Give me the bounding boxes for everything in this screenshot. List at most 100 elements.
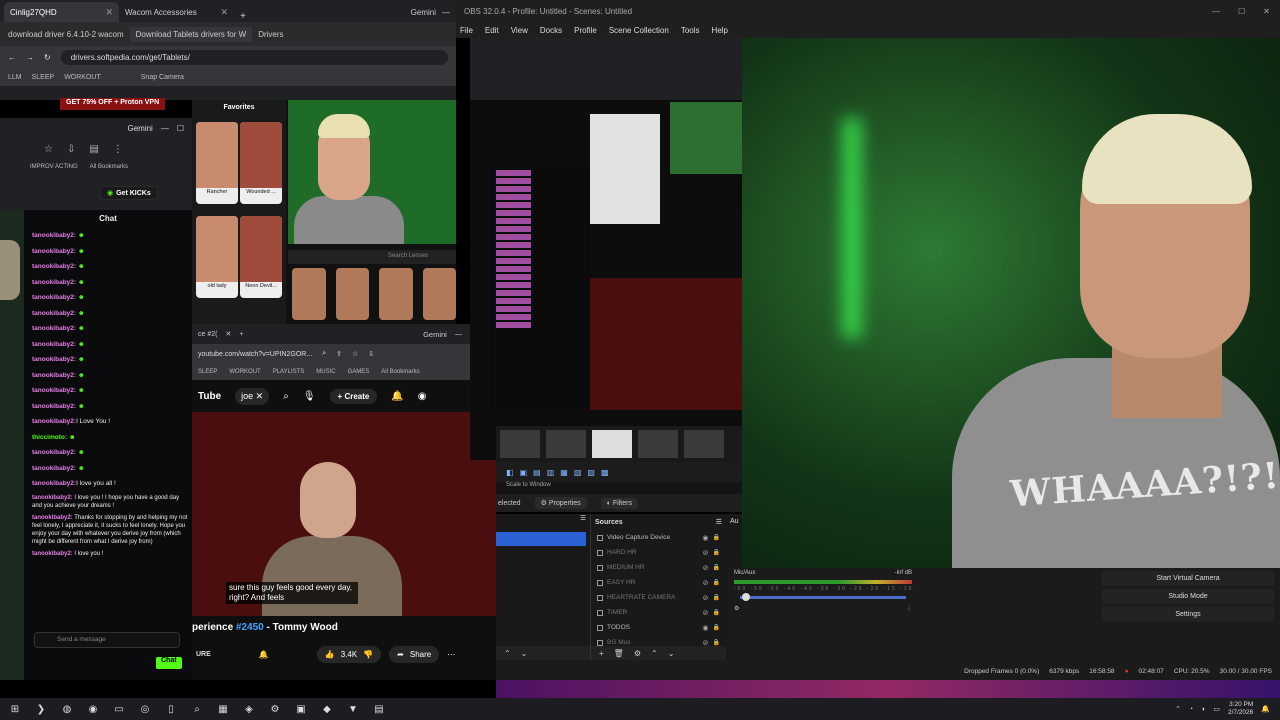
download-icon[interactable]: ⇩	[67, 144, 75, 155]
extensions-icon[interactable]: ▤	[89, 144, 98, 155]
bookmark-sleep[interactable]: SLEEP	[198, 369, 217, 375]
menu-scene-collection[interactable]: Scene Collection	[609, 26, 669, 35]
visibility-icon[interactable]: ⊘	[703, 594, 709, 602]
window-thumb[interactable]	[592, 430, 632, 458]
like-button[interactable]: 👍 3.4K 👎	[316, 645, 382, 663]
visibility-icon[interactable]: ⊘	[703, 609, 709, 617]
tab-download-tablets[interactable]: Download Tablets drivers for W	[129, 26, 253, 42]
youtube-logo[interactable]: Tube	[198, 391, 221, 402]
close-icon[interactable]: ✕	[1263, 7, 1270, 16]
source-item[interactable]: MEDIUM HR ⊘ 🔒	[591, 560, 726, 575]
bookmark-improv[interactable]: IMPROV ACTING	[30, 164, 78, 170]
menu-profile[interactable]: Profile	[574, 26, 597, 35]
lock-icon[interactable]: 🔒	[713, 639, 726, 646]
tool-icon[interactable]: ▦	[560, 468, 568, 477]
source-item[interactable]: TODOS ◉ 🔒	[591, 620, 726, 635]
url-field[interactable]: drivers.softpedia.com/get/Tablets/	[60, 49, 448, 65]
chat-username[interactable]: tanookibaby2:	[32, 279, 76, 286]
source-item[interactable]: HARD HR ⊘ 🔒	[591, 545, 726, 560]
office-icon[interactable]: ◉	[86, 702, 100, 716]
back-icon[interactable]: ←	[8, 53, 16, 62]
chat-username[interactable]: tanookibaby2:	[32, 387, 76, 394]
chat-username[interactable]: tanookibaby2:	[32, 341, 76, 348]
visual-studio-icon[interactable]: ❯	[34, 702, 48, 716]
lock-icon[interactable]: 🔒	[713, 624, 726, 631]
chat-username[interactable]: tanookibaby2:	[32, 263, 76, 270]
visibility-icon[interactable]: ⊘	[703, 579, 709, 587]
menu-edit[interactable]: Edit	[485, 26, 499, 35]
minimize-icon[interactable]: —	[1212, 7, 1220, 16]
source-item[interactable]: EASY HR ⊘ 🔒	[591, 575, 726, 590]
tool-icon[interactable]: ▣	[520, 468, 528, 477]
minimize-icon[interactable]: —	[161, 124, 169, 133]
forward-icon[interactable]: →	[26, 53, 34, 62]
chat-username[interactable]: thiccimoto:	[32, 434, 67, 441]
bookmark-all[interactable]: All Bookmarks	[381, 369, 419, 375]
tab-cinlig[interactable]: Cinlig27QHD ✕	[4, 2, 119, 22]
source-item[interactable]: HEARTRATE CAMERA ⊘ 🔒	[591, 590, 726, 605]
gemini-button[interactable]: Gemini	[411, 8, 436, 17]
new-tab-icon[interactable]: +	[239, 331, 243, 338]
clock[interactable]: 3:20 PM 2/7/2026	[1228, 701, 1253, 717]
chat-username[interactable]: tanookibaby2:	[32, 480, 76, 487]
new-tab-icon[interactable]: +	[234, 11, 252, 22]
settings-button[interactable]: Settings	[1102, 607, 1274, 622]
close-icon[interactable]: ✕	[220, 7, 228, 18]
bookmark-llm[interactable]: LLM	[8, 74, 22, 81]
create-button[interactable]: + Create	[329, 388, 378, 404]
menu-file[interactable]: File	[460, 26, 473, 35]
tool-icon[interactable]: ▥	[547, 468, 555, 477]
chat-username[interactable]: tanookibaby2:	[32, 372, 76, 379]
app-icon[interactable]: ▤	[372, 702, 386, 716]
bookmark-workout[interactable]: WORKOUT	[229, 369, 260, 375]
bell-icon[interactable]: 🔔	[259, 650, 269, 659]
folder-icon[interactable]: ▭	[112, 702, 126, 716]
more-icon[interactable]: ⋯	[447, 650, 455, 659]
chat-username[interactable]: tanookibaby2:	[32, 310, 76, 317]
bookmark-music[interactable]: MUSIC	[316, 369, 335, 375]
visibility-icon[interactable]: ◉	[702, 534, 708, 542]
edge-icon[interactable]: ◍	[60, 702, 74, 716]
tool-icon[interactable]: ◧	[506, 468, 514, 477]
chat-input[interactable]: Send a message	[34, 632, 180, 648]
lock-icon[interactable]: 🔒	[713, 579, 726, 586]
lens-thumb[interactable]	[292, 268, 326, 320]
more-icon[interactable]: ⋮	[906, 605, 912, 612]
file-icon[interactable]: ▯	[164, 702, 178, 716]
volume-slider[interactable]	[740, 593, 906, 601]
chat-username[interactable]: tanookibaby2:	[32, 449, 76, 456]
tab-wacom[interactable]: Wacom Accessories ✕	[119, 2, 234, 22]
yt-tab[interactable]: ce #2(	[198, 331, 217, 338]
window-thumb[interactable]	[684, 430, 724, 458]
chat-username[interactable]: tanookibaby2:	[32, 294, 76, 301]
trash-icon[interactable]: 🗑	[614, 649, 624, 658]
window-thumb[interactable]	[638, 430, 678, 458]
zoom-icon[interactable]: ⌕	[322, 350, 326, 358]
share-button[interactable]: ➦ Share	[389, 645, 440, 663]
source-item[interactable]: Video Capture Device ◉ 🔒	[591, 530, 726, 545]
chat-username[interactable]: tanookibaby2:	[32, 232, 76, 239]
tab-drivers[interactable]: Drivers	[258, 30, 283, 39]
mic-icon[interactable]: 🎙	[303, 391, 316, 402]
source-item[interactable]: TIMER ⊘ 🔒	[591, 605, 726, 620]
gear-icon[interactable]: ⚙	[634, 649, 641, 658]
search-icon[interactable]: ⌕	[283, 391, 289, 402]
obs-preview-canvas[interactable]	[470, 38, 742, 460]
chevron-up-icon[interactable]: ⌃	[1175, 705, 1181, 713]
lens-card[interactable]: Rancher	[196, 122, 238, 204]
chat-username[interactable]: tanookibaby2:	[32, 418, 76, 425]
star-icon[interactable]: ☆	[44, 144, 53, 155]
minimize-icon[interactable]: —	[455, 331, 462, 338]
menu-docks[interactable]: Docks	[540, 26, 562, 35]
get-kicks-button[interactable]: ◉ Get KICKs	[100, 186, 158, 200]
avatar[interactable]: ◉	[418, 391, 427, 402]
tool-icon[interactable]: ▨	[587, 468, 595, 477]
lens-card[interactable]: Neon Devil...	[240, 216, 282, 298]
battery-icon[interactable]: ▭	[1213, 705, 1220, 713]
gemini-button[interactable]: Gemini	[423, 330, 447, 339]
search-icon[interactable]: ⌕	[190, 702, 204, 716]
chrome-icon[interactable]: ◎	[138, 702, 152, 716]
lock-icon[interactable]: 🔒	[713, 609, 726, 616]
bell-icon[interactable]: 🔔	[391, 391, 403, 402]
calculator-icon[interactable]: ▦	[216, 702, 230, 716]
